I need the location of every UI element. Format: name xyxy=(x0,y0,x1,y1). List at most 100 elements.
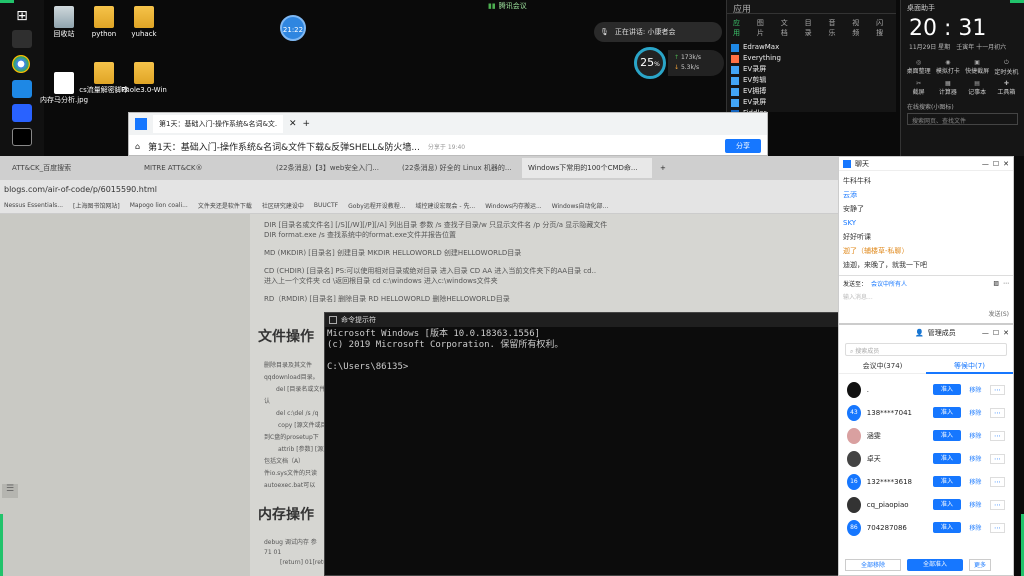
member-row: 43 138****7041 准入 移除 ⋯ xyxy=(847,401,1005,424)
pin-icon[interactable] xyxy=(12,80,32,98)
admit-button[interactable]: 准入 xyxy=(933,407,961,418)
minimize-icon[interactable]: — xyxy=(982,160,989,168)
bookmark-item[interactable]: 域控建设宏观会 - 先... xyxy=(416,201,476,210)
admit-button[interactable]: 准入 xyxy=(933,453,961,464)
cpu-gauge[interactable]: 25% xyxy=(634,47,666,79)
tab-linux[interactable]: (22条消息) 好全的 Linux 机器的... xyxy=(396,158,520,178)
tab-video[interactable]: 视频 xyxy=(852,18,866,38)
more-icon[interactable]: ⋯ xyxy=(990,407,1005,418)
tab-apps[interactable]: 应用 xyxy=(733,18,747,38)
share-button[interactable]: 分享 xyxy=(725,139,761,153)
maximize-icon[interactable]: ☐ xyxy=(993,329,999,337)
meeting-notice[interactable]: ▮▮ 腾讯会议 xyxy=(488,0,548,11)
new-tab-icon[interactable]: + xyxy=(303,119,311,129)
bookmark-item[interactable]: 文件夹还是软件下载 xyxy=(198,201,252,210)
bookmark-item[interactable]: Windows内存搬运... xyxy=(485,201,542,210)
remove-all-button[interactable]: 全部移除 xyxy=(845,559,901,571)
tab-in-meeting[interactable]: 会议中(374) xyxy=(839,361,926,371)
admit-button[interactable]: 准入 xyxy=(933,522,961,533)
send-button[interactable]: 发送(S) xyxy=(839,309,1013,318)
remove-button[interactable]: 移除 xyxy=(967,431,984,440)
remove-button[interactable]: 移除 xyxy=(967,523,984,532)
tab-dirs[interactable]: 目录 xyxy=(805,18,819,38)
calculator-button[interactable]: ▦ 计算器 xyxy=(934,80,961,96)
bookmark-item[interactable]: [上海图书馆网站] xyxy=(73,201,120,210)
bookmark-item[interactable]: Nessus Essentials... xyxy=(4,202,63,209)
chat-input[interactable]: 输入消息... xyxy=(839,291,1013,309)
admit-button[interactable]: 准入 xyxy=(933,499,961,510)
screenshot-button[interactable]: ▣ 快捷截屏 xyxy=(964,59,991,76)
remove-button[interactable]: 移除 xyxy=(967,408,984,417)
admit-all-button[interactable]: 全部准入 xyxy=(907,559,963,571)
remove-button[interactable]: 移除 xyxy=(967,500,984,509)
address-bar[interactable]: blogs.com/air-of-code/p/6015590.html xyxy=(0,180,838,198)
tab-windows-cmd[interactable]: Windows下常用的100个CMD命... xyxy=(522,158,652,178)
more-icon[interactable]: ⋯ xyxy=(990,499,1005,510)
meeting-icon[interactable] xyxy=(12,104,32,122)
bookmark-item[interactable]: Mapogo lion coali... xyxy=(130,202,188,209)
more-button[interactable]: 更多 xyxy=(969,559,992,571)
admit-button[interactable]: 准入 xyxy=(933,476,961,487)
more-icon[interactable]: ⋯ xyxy=(990,522,1005,533)
tab-waiting[interactable]: 等候中(7) xyxy=(926,358,1013,374)
app-item[interactable]: EV剪辑 xyxy=(731,75,892,86)
desk-organize-button[interactable]: ◎ 桌面整理 xyxy=(905,59,932,76)
tab-flash[interactable]: 闪搜 xyxy=(876,18,890,38)
small-tab[interactable]: 第1天：基础入门-操作系统&名词&文... xyxy=(153,115,283,133)
remove-button[interactable]: 移除 xyxy=(967,454,984,463)
more-icon[interactable]: ⋯ xyxy=(990,430,1005,441)
close-icon[interactable]: ✕ xyxy=(1003,160,1009,168)
admit-button[interactable]: 准入 xyxy=(933,384,961,395)
shutdown-button[interactable]: ⏻ 定时关机 xyxy=(993,59,1020,76)
toolbox-button[interactable]: ✚ 工具箱 xyxy=(993,80,1020,96)
cmd-window[interactable]: 命令提示符 Microsoft Windows [版本 10.0.18363.1… xyxy=(324,312,840,576)
app-item[interactable]: EV录屏 xyxy=(731,64,892,75)
crop-button[interactable]: ✂ 截屏 xyxy=(905,80,932,96)
cmd-prompt[interactable]: C:\Users\86135> xyxy=(327,362,839,373)
web-search-input[interactable]: 搜索网页、查找文件 xyxy=(907,113,1018,125)
remove-button[interactable]: 移除 xyxy=(967,385,984,394)
remove-button[interactable]: 移除 xyxy=(967,477,984,486)
tab-images[interactable]: 图片 xyxy=(757,18,771,38)
member-search-input[interactable]: ⌕ 搜索成员 xyxy=(845,343,1007,356)
terminal-icon[interactable] xyxy=(12,128,32,146)
bookmark-item[interactable]: BUUCTF xyxy=(314,202,338,209)
more-icon[interactable]: ⋯ xyxy=(990,453,1005,464)
more-icon[interactable]: ⋯ xyxy=(1003,280,1009,287)
article-line: 71 01 xyxy=(264,549,282,556)
new-tab-icon[interactable]: + xyxy=(660,164,666,172)
bookmark-item[interactable]: 社区研究建设中 xyxy=(262,201,304,210)
send-to-select[interactable]: 会议中所有人 xyxy=(871,279,907,288)
menu-icon[interactable]: ☰ xyxy=(2,484,18,498)
maximize-icon[interactable]: ☐ xyxy=(993,160,999,168)
fhole-folder-icon[interactable]: Fhole3.0-Win xyxy=(118,62,170,95)
folder-icon[interactable] xyxy=(12,30,32,48)
tab-music[interactable]: 音乐 xyxy=(828,18,842,38)
bookmark-item[interactable]: Windows自动化部... xyxy=(552,201,609,210)
chrome-icon[interactable] xyxy=(12,55,30,73)
article-line: 包括文档（A） xyxy=(264,458,305,465)
tool-icon: ▦ xyxy=(945,80,951,87)
notepad-button[interactable]: ▤ 记事本 xyxy=(964,80,991,96)
punch-button[interactable]: ◉ 模拟打卡 xyxy=(934,59,961,76)
app-item[interactable]: EdrawMax xyxy=(731,42,892,53)
minimize-icon[interactable]: — xyxy=(982,329,989,337)
yuhack-folder-icon[interactable]: yuhack xyxy=(118,6,170,39)
clock-badge[interactable]: 21:22 xyxy=(280,15,306,41)
admit-button[interactable]: 准入 xyxy=(933,430,961,441)
close-icon[interactable]: ✕ xyxy=(1003,329,1009,337)
tab-attck-baidu[interactable]: ATT&CK_百度搜索 xyxy=(6,158,136,178)
app-item[interactable]: EV拥搏 xyxy=(731,86,892,97)
app-item[interactable]: EV录屏 xyxy=(731,97,892,108)
close-icon[interactable]: ✕ xyxy=(289,119,297,129)
more-icon[interactable]: ⋯ xyxy=(990,476,1005,487)
windows-icon[interactable]: ⊞ xyxy=(12,8,32,26)
tab-docs[interactable]: 文档 xyxy=(781,18,795,38)
more-icon[interactable]: ⋯ xyxy=(990,384,1005,395)
bookmark-item[interactable]: Goby远程开设教程... xyxy=(348,201,405,210)
tab-web-security[interactable]: (22条消息)【3】web安全入门... xyxy=(270,158,394,178)
tab-mitre[interactable]: MITRE ATT&CK® xyxy=(138,158,268,178)
home-icon[interactable]: ⌂ xyxy=(135,142,140,151)
app-item[interactable]: Everything xyxy=(731,53,892,64)
image-icon[interactable]: ▨ xyxy=(993,280,999,287)
